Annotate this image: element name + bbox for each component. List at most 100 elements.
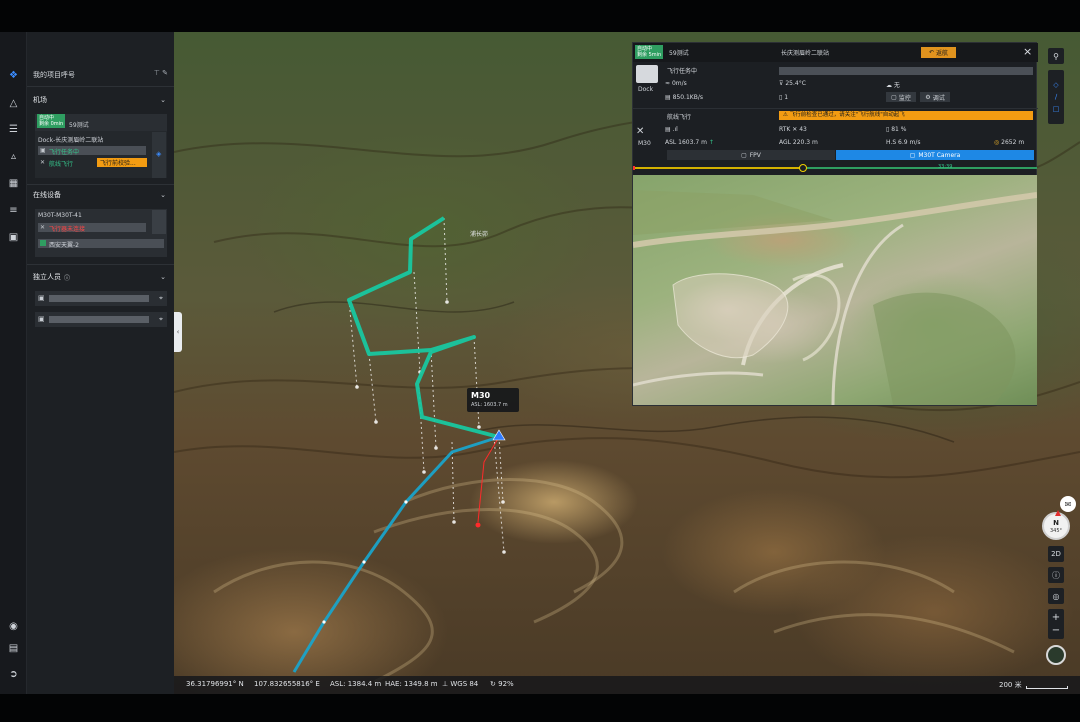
wind-row: ≈ 0m/s bbox=[665, 80, 687, 87]
loading-value: 92% bbox=[498, 680, 514, 688]
compass-degree: 345° bbox=[1049, 528, 1063, 534]
dock-icon: ▣ bbox=[40, 147, 46, 154]
layers-icon[interactable]: ☰ bbox=[4, 120, 23, 139]
device-sub: 西安天翼-2 bbox=[49, 242, 79, 249]
device-name: M30T-M30T-41 bbox=[38, 212, 82, 219]
drone-tag-asl: ASL: 1603.7 m bbox=[471, 402, 508, 408]
section-devices[interactable]: 在线设备 ⌄ bbox=[27, 188, 174, 202]
thermometer-icon: ⊽ bbox=[779, 80, 784, 87]
close-square-icon: ✕ bbox=[40, 224, 46, 231]
locate-icon[interactable]: ⌖ bbox=[159, 294, 163, 303]
panel-collapse-handle[interactable]: ‹ bbox=[174, 312, 182, 352]
alert-icon[interactable]: △ bbox=[4, 94, 23, 113]
person-icon: ▣ bbox=[38, 294, 45, 302]
count-row: ▯ 1 bbox=[779, 94, 788, 101]
locate-icon[interactable]: ◎ bbox=[1048, 588, 1064, 604]
tab-fpv-label: FPV bbox=[749, 151, 761, 159]
person-row[interactable]: ▣ ⌖ bbox=[35, 291, 167, 306]
battery-value: 81 % bbox=[891, 126, 907, 133]
timeline-remaining bbox=[803, 167, 1037, 169]
device-card[interactable]: M30T-M30T-41 ✕ 飞行器未连接 西安天翼-2 bbox=[35, 209, 167, 257]
dock-side-action[interactable]: ◈ bbox=[152, 132, 166, 178]
screen: M30 ASL: 1603.7 m 浦长峁 ⚲ ◇ ∕ □ ✉ N 345° 2… bbox=[0, 0, 1080, 722]
device-popup: 自动中 剩余 5min 59测试 长庆测眉岭二联站 ↶ 返航 × Dock 飞行… bbox=[632, 42, 1038, 406]
left-rail: ❖ △ ☰ ▵ ▦ ≡ ▣ ◉ ▤ ➲ bbox=[0, 32, 27, 694]
timeline-start-marker bbox=[633, 166, 635, 170]
device-alert: 飞行器未连接 bbox=[49, 226, 86, 233]
drone-tag[interactable]: M30 ASL: 1603.7 m bbox=[467, 388, 519, 412]
debug-label: 调试 bbox=[932, 94, 945, 102]
asl-readout: ASL: 1384.4 m bbox=[330, 680, 382, 688]
person-row[interactable]: ▣ ⌖ bbox=[35, 312, 167, 327]
battery-row: ▯ 81 % bbox=[886, 126, 906, 133]
close-icon[interactable]: × bbox=[1023, 45, 1032, 58]
signal-row: ▤ .ıl bbox=[665, 126, 678, 133]
app-window: M30 ASL: 1603.7 m 浦长峁 ⚲ ◇ ∕ □ ✉ N 345° 2… bbox=[0, 32, 1080, 694]
popup-aircraft-label: M30 bbox=[638, 140, 651, 147]
timeline-value: 33:39 bbox=[938, 164, 953, 170]
document-icon[interactable]: ▤ bbox=[4, 639, 23, 658]
return-home-button[interactable]: ↶ 返航 bbox=[921, 47, 956, 58]
dock-name: Dock-长庆测眉岭二联站 bbox=[38, 137, 104, 144]
task-icon[interactable]: ≡ bbox=[4, 201, 23, 220]
distance-value: 2652 m bbox=[1001, 139, 1025, 146]
chevron-down-icon[interactable]: ⌄ bbox=[160, 96, 166, 104]
point-tool-icon[interactable]: ◇ ∕ □ bbox=[1048, 70, 1064, 124]
globe-icon[interactable] bbox=[1046, 645, 1066, 665]
compass[interactable]: N 345° bbox=[1042, 510, 1070, 540]
view-2d-button[interactable]: 2D bbox=[1048, 546, 1064, 562]
section-airport[interactable]: 机场 ⌄ bbox=[27, 93, 174, 107]
section-airport-label: 机场 bbox=[33, 96, 47, 104]
media-icon[interactable]: ▦ bbox=[4, 174, 23, 193]
popup-title: 59测试 bbox=[669, 50, 689, 57]
divider bbox=[27, 86, 174, 87]
wind-value: 0m/s bbox=[671, 80, 687, 87]
arrow-up-icon: ↑ bbox=[708, 139, 714, 146]
asl-value: ASL 1603.7 m bbox=[665, 139, 707, 146]
zoom-out-icon[interactable]: − bbox=[1052, 624, 1060, 637]
chevron-down-icon[interactable]: ⌄ bbox=[160, 273, 166, 281]
monitor-label: 监控 bbox=[898, 94, 911, 102]
debug-button[interactable]: ⚙ 调试 bbox=[920, 92, 950, 102]
timeline-progress bbox=[633, 167, 803, 169]
line-icon[interactable]: ∕ bbox=[1055, 93, 1057, 101]
search-tool-icon[interactable]: ⚲ bbox=[1048, 48, 1064, 64]
model-icon[interactable]: ▵ bbox=[4, 147, 23, 166]
aircraft-warning-banner: ⚠ 飞行前检查已通过，请关注"飞行航线"自动起飞 bbox=[779, 111, 1033, 120]
chat-icon[interactable]: ✉ bbox=[1060, 496, 1076, 512]
dock-card[interactable]: 自动中 剩余 0min 59测试 Dock-长庆测眉岭二联站 ▣ 飞行任务中 ✕… bbox=[35, 114, 167, 178]
signal-value: .ıl bbox=[672, 126, 678, 133]
project-icon[interactable]: ❖ bbox=[4, 66, 23, 85]
divider bbox=[27, 184, 174, 185]
monitor-button[interactable]: ▢ 监控 bbox=[886, 92, 916, 102]
timeline-marker[interactable] bbox=[799, 164, 807, 172]
logout-icon[interactable]: ➲ bbox=[4, 665, 23, 684]
web-icon[interactable]: ◉ bbox=[4, 617, 23, 636]
place-label: 浦长峁 bbox=[470, 231, 489, 238]
tab-camera[interactable]: ▢ M30T Camera bbox=[836, 150, 1034, 160]
info-icon[interactable]: ⓘ bbox=[1048, 567, 1064, 583]
flight-timeline[interactable]: 33:39 bbox=[633, 163, 1037, 173]
zoom-in-icon[interactable]: + bbox=[1052, 611, 1060, 624]
calendar-icon[interactable]: ▣ bbox=[4, 228, 23, 247]
section-people[interactable]: 独立人员 ⓘ ⌄ bbox=[27, 270, 174, 284]
camera-video-feed[interactable] bbox=[633, 175, 1037, 405]
tab-fpv[interactable]: ▢ FPV bbox=[667, 150, 835, 160]
edit-icon[interactable]: ⊤ ✎ bbox=[154, 69, 168, 77]
section-people-label: 独立人员 bbox=[33, 273, 61, 281]
pin-icon[interactable]: ◇ bbox=[1053, 81, 1058, 89]
status-bar: 36.31796991° N 107.832655816° E ASL: 138… bbox=[174, 676, 1080, 694]
dock-status: 飞行任务中 bbox=[49, 149, 80, 156]
debug-icon: ⚙ bbox=[925, 93, 931, 101]
compass-north: N bbox=[1053, 519, 1059, 527]
net-row: ▤ 850.1KB/s bbox=[665, 94, 703, 101]
info-icon[interactable]: ⓘ bbox=[64, 273, 70, 282]
aircraft-state: 航线飞行 bbox=[49, 161, 74, 168]
asl-row: ASL 1603.7 m ↑ bbox=[665, 139, 714, 146]
area-icon[interactable]: □ bbox=[1053, 105, 1060, 113]
device-side-action[interactable] bbox=[152, 210, 166, 234]
popup-dock-label: Dock bbox=[638, 86, 654, 93]
dock-thumbnail-icon bbox=[636, 65, 658, 83]
locate-icon[interactable]: ⌖ bbox=[159, 315, 163, 324]
chevron-down-icon[interactable]: ⌄ bbox=[160, 191, 166, 199]
